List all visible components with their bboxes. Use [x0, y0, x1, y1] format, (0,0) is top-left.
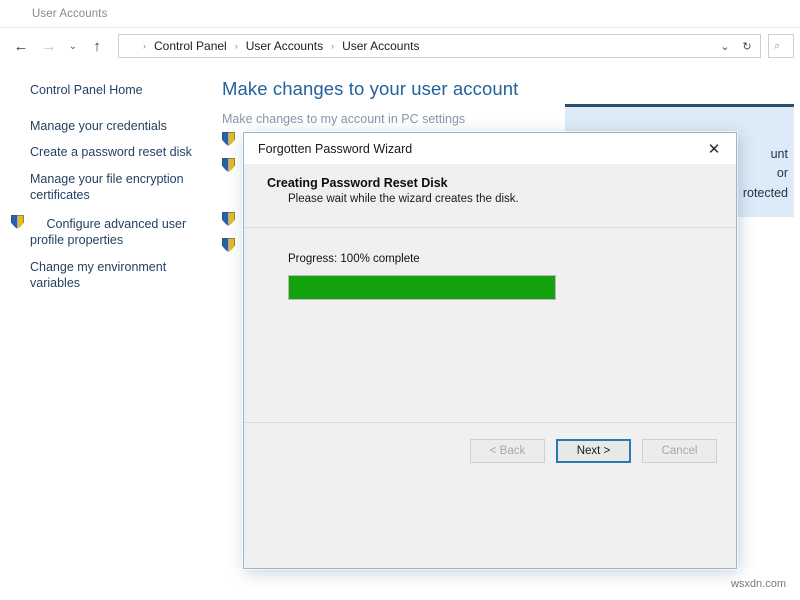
dialog-subheading: Please wait while the wizard creates the…	[267, 193, 736, 205]
sidebar-item-label: Manage your credentials	[30, 119, 167, 133]
forgotten-password-wizard-dialog: Forgotten Password Wizard ✕ Creating Pas…	[243, 132, 737, 569]
sidebar-item-label: Change my environment variables	[30, 260, 166, 291]
breadcrumb: › Control Panel › User Accounts › User A…	[124, 39, 714, 53]
search-icon: ⌕	[774, 40, 780, 53]
cancel-button[interactable]: Cancel	[642, 439, 717, 463]
sidebar-item-configure-advanced-user-profile-properties[interactable]: Configure advanced user profile properti…	[30, 214, 200, 249]
chevron-down-icon[interactable]: ⌄	[714, 35, 736, 57]
page-title: Make changes to your user account	[222, 78, 800, 100]
window-title: User Accounts	[32, 8, 107, 20]
sidebar-item-label: Manage your file encryption certificates	[30, 172, 184, 203]
user-accounts-icon	[9, 7, 25, 21]
forward-button[interactable]: →	[36, 33, 62, 59]
sidebar: Control Panel Home Manage your credentia…	[0, 64, 212, 600]
sidebar-item-manage-your-file-encryption-certificates[interactable]: Manage your file encryption certificates	[30, 171, 200, 204]
back-button[interactable]: ←	[8, 33, 34, 59]
sidebar-item-change-my-environment-variables[interactable]: Change my environment variables	[30, 259, 200, 292]
recent-locations-button[interactable]: ⌄	[64, 33, 82, 59]
back-button[interactable]: < Back	[470, 439, 545, 463]
refresh-icon[interactable]: ↻	[736, 35, 758, 57]
sidebar-item-label: Create a password reset disk	[30, 145, 192, 159]
navigation-bar: ← → ⌄ ↑ › Control Panel › User Accounts …	[0, 28, 800, 64]
sidebar-item-label: Configure advanced user profile properti…	[30, 217, 186, 248]
shield-icon	[222, 212, 235, 226]
breadcrumb-item-control-panel[interactable]: Control Panel	[147, 39, 234, 53]
breadcrumb-item-user-accounts-2[interactable]: User Accounts	[335, 39, 426, 53]
sidebar-item-manage-your-credentials[interactable]: Manage your credentials	[30, 118, 200, 135]
progress-label: Progress: 100% complete	[288, 253, 736, 265]
next-button[interactable]: Next >	[556, 439, 631, 463]
shield-icon	[222, 158, 235, 172]
watermark: wsxdn.com	[731, 578, 786, 590]
dialog-heading: Creating Password Reset Disk	[267, 176, 736, 190]
shield-icon	[11, 215, 24, 229]
sidebar-item-create-a-password-reset-disk[interactable]: Create a password reset disk	[30, 144, 200, 161]
sidebar-item-control-panel-home[interactable]: Control Panel Home	[30, 82, 200, 99]
progress-bar	[288, 275, 556, 300]
progress-bar-fill	[289, 276, 555, 299]
breadcrumb-user-accounts-icon	[126, 39, 142, 53]
dialog-titlebar: Forgotten Password Wizard ✕	[244, 133, 736, 164]
search-input[interactable]: ⌕	[768, 34, 794, 58]
breadcrumb-item-user-accounts[interactable]: User Accounts	[239, 39, 330, 53]
dialog-title: Forgotten Password Wizard	[258, 142, 412, 156]
dialog-body: Progress: 100% complete < Back Next > Ca…	[244, 228, 736, 478]
up-button[interactable]: ↑	[84, 33, 110, 59]
close-icon[interactable]: ✕	[692, 133, 736, 164]
shield-icon	[222, 132, 235, 146]
dialog-button-row: < Back Next > Cancel	[244, 422, 736, 478]
window-titlebar: User Accounts	[0, 0, 800, 28]
shield-icon	[222, 238, 235, 252]
address-bar[interactable]: › Control Panel › User Accounts › User A…	[118, 34, 761, 58]
address-bar-controls: ⌄ ↻	[714, 35, 758, 57]
dialog-header: Creating Password Reset Disk Please wait…	[244, 164, 736, 228]
